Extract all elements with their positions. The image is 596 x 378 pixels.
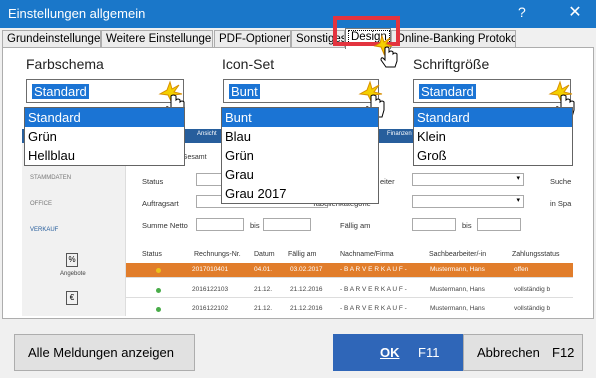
cell-name: - B A R V E R K A U F - (340, 266, 407, 273)
schriftgroesse-label: Schriftgröße (413, 56, 490, 72)
tab-strip: Grundeinstellungen Weitere Einstellungen… (0, 28, 596, 49)
preview-table-header: Status Rechnungs-Nr. Datum Fällig am Nac… (126, 249, 573, 263)
tab-label: Online-Banking Protokolle (396, 33, 516, 45)
cell-faellig: 21.12.2016 (290, 286, 323, 293)
icon-set-value: Bunt (229, 84, 260, 99)
preview-filter-faellig-am: Fällig am (340, 221, 371, 230)
tab-label: Weitere Einstellungen (106, 33, 213, 45)
tab-online-banking-protokolle[interactable]: Online-Banking Protokolle (391, 30, 516, 48)
farbschema-dropdown: Standard Grün Hellblau (24, 107, 185, 166)
help-button[interactable]: ? (518, 4, 526, 20)
col-zahlungsstatus: Zahlungsstatus (512, 251, 560, 258)
preview-filter-bis-2: bis (462, 221, 472, 230)
preview-filter-suche: Suche (550, 177, 572, 186)
preview-summe-von (196, 218, 244, 231)
col-nachname-firma: Nachname/Firma (340, 251, 394, 258)
cell-zahlungsstatus: vollständig b (514, 286, 551, 293)
cancel-shortcut: F12 (552, 345, 575, 360)
cell-zahlungsstatus: offen (514, 266, 529, 273)
cell-name: - B A R V E R K A U F - (340, 305, 407, 312)
cancel-button[interactable]: Abbrechen F12 (463, 334, 583, 371)
icon-set-option-blau[interactable]: Blau (222, 127, 378, 146)
cell-datum: 21.12. (254, 286, 273, 293)
cancel-label: Abbrechen (477, 345, 540, 360)
col-datum: Datum (254, 251, 275, 258)
cell-sachbearbeiter: Mustermann, Hans (430, 266, 485, 273)
close-button[interactable]: ✕ (562, 2, 588, 24)
table-row: 2016122102 21.12. 21.12.2016 - B A R V E… (126, 302, 573, 316)
farbschema-option-gruen[interactable]: Grün (25, 127, 184, 146)
cell-nr: 2016122102 (192, 305, 229, 312)
preview-sidebar: STAMMDATEN OFFICE VERKAUF % Angebote € (22, 143, 126, 316)
icon-set-label: Icon-Set (222, 56, 275, 72)
cell-zahlungsstatus: vollständig b (514, 305, 551, 312)
cell-faellig: 03.02.2017 (290, 266, 323, 273)
hand-cursor-icon (373, 34, 398, 68)
cell-faellig: 21.12.2016 (290, 305, 323, 312)
show-all-messages-label: Alle Meldungen anzeigen (28, 345, 174, 360)
schriftgroesse-value: Standard (419, 84, 476, 99)
schriftgroesse-dropdown: Standard Klein Groß (413, 107, 573, 166)
tab-weitere-einstellungen[interactable]: Weitere Einstellungen (101, 30, 213, 48)
preview-filter-sachbearbeiter: eiter (380, 177, 395, 186)
preview-sidebar-verkauf: VERKAUF (30, 227, 59, 233)
preview-sidebar-stammdaten: STAMMDATEN (30, 175, 72, 181)
cell-sachbearbeiter: Mustermann, Hans (430, 286, 485, 293)
cell-datum: 21.12. (254, 305, 273, 312)
icon-set-option-bunt[interactable]: Bunt (222, 108, 378, 127)
icon-set-option-grau[interactable]: Grau (222, 165, 378, 184)
title-bar: Einstellungen allgemein ? ✕ (0, 0, 596, 28)
farbschema-value: Standard (32, 84, 89, 99)
cell-name: - B A R V E R K A U F - (340, 286, 407, 293)
cell-nr: 2017010401 (192, 266, 229, 273)
document-icon: % (66, 253, 78, 267)
preview-faellig-von (412, 218, 456, 231)
schriftgroesse-option-gross[interactable]: Groß (414, 146, 572, 165)
preview-filter-bis-1: bis (250, 221, 260, 230)
icon-set-dropdown: Bunt Blau Grün Grau Grau 2017 (221, 107, 379, 204)
preview-filter-auftragsart: Auftragsart (142, 199, 179, 208)
icon-set-option-grau-2017[interactable]: Grau 2017 (222, 184, 378, 203)
preview-filter-status: Status (142, 177, 164, 186)
preview-sidebar-office: OFFICE (30, 201, 52, 207)
cell-sachbearbeiter: Mustermann, Hans (430, 305, 485, 312)
tab-pdf-optionen[interactable]: PDF-Optionen (214, 30, 291, 48)
schriftgroesse-option-klein[interactable]: Klein (414, 127, 572, 146)
col-faellig-am: Fällig am (288, 251, 317, 258)
status-dot (156, 288, 161, 293)
preview-filter-in-spalte: in Spa (550, 199, 572, 208)
icon-set-option-gruen[interactable]: Grün (222, 146, 378, 165)
preview-faellig-bis (477, 218, 521, 231)
ok-button[interactable]: OK F11 (333, 334, 463, 371)
preview-summe-bis (263, 218, 311, 231)
preview-tabellenkategorie-select: ▾ (412, 195, 524, 208)
tab-label: Grundeinstellungen (7, 33, 101, 45)
preview-filter-summe-netto: Summe Netto (142, 221, 188, 230)
preview-ribbon-finanzen: Finanzen (387, 131, 412, 137)
col-sachbearbeiter: Sachbearbeiter/-in (429, 251, 487, 258)
preview-sidebar-angebote: Angebote (60, 271, 86, 277)
preview-ribbon-ansicht: Ansicht (197, 131, 217, 137)
col-status: Status (142, 251, 162, 258)
preview-sachbearbeiter-select: ▾ (412, 173, 524, 186)
ok-shortcut: F11 (418, 345, 440, 360)
ok-label: OK (380, 345, 400, 360)
show-all-messages-button[interactable]: Alle Meldungen anzeigen (14, 334, 195, 371)
farbschema-label: Farbschema (26, 56, 104, 72)
schriftgroesse-option-standard[interactable]: Standard (414, 108, 572, 127)
table-row: 2016122103 21.12. 21.12.2016 - B A R V E… (126, 283, 573, 298)
tab-label: PDF-Optionen (219, 33, 291, 45)
window-title: Einstellungen allgemein (8, 6, 146, 21)
status-dot (156, 268, 161, 273)
farbschema-option-hellblau[interactable]: Hellblau (25, 146, 184, 165)
cell-datum: 04.01. (254, 266, 273, 273)
euro-document-icon: € (66, 291, 78, 305)
cell-nr: 2016122103 (192, 286, 229, 293)
farbschema-option-standard[interactable]: Standard (25, 108, 184, 127)
table-row: 2017010401 04.01. 03.02.2017 - B A R V E… (126, 263, 573, 278)
tab-grundeinstellungen[interactable]: Grundeinstellungen (2, 30, 101, 48)
status-dot (156, 307, 161, 312)
col-rechnungs-nr: Rechnungs-Nr. (194, 251, 241, 258)
